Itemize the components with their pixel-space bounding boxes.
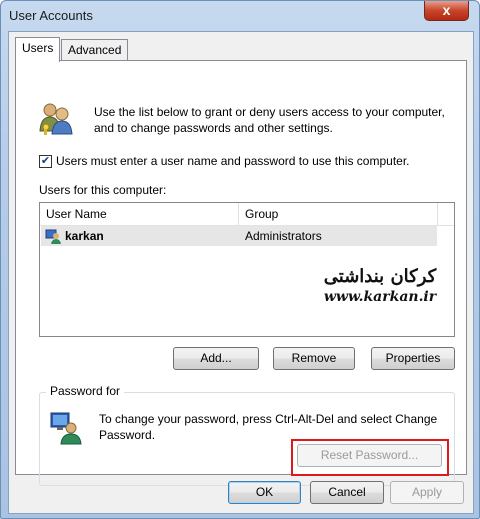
cancel-button[interactable]: Cancel bbox=[310, 481, 384, 504]
highlight-annotation bbox=[291, 439, 449, 476]
users-icon bbox=[39, 103, 73, 135]
column-header-group[interactable]: Group bbox=[239, 203, 438, 225]
list-scroll-gutter bbox=[438, 203, 454, 225]
apply-button[interactable]: Apply bbox=[390, 481, 464, 504]
remove-user-button[interactable]: Remove bbox=[273, 347, 355, 370]
checkmark-icon: ✔ bbox=[40, 155, 51, 167]
user-accounts-window: User Accounts x Users Advanced Use the l… bbox=[0, 0, 480, 519]
tab-advanced-label: Advanced bbox=[68, 43, 122, 57]
computer-user-icon bbox=[50, 412, 82, 445]
users-tab-panel: Use the list below to grant or deny user… bbox=[15, 60, 467, 486]
window-title: User Accounts bbox=[9, 8, 93, 23]
require-login-checkbox[interactable]: ✔ bbox=[39, 155, 52, 168]
dialog-client-area: Users Advanced Use the list below to gra… bbox=[8, 31, 474, 514]
list-header: User Name Group bbox=[40, 203, 454, 226]
close-icon: x bbox=[442, 2, 451, 18]
column-header-user-name[interactable]: User Name bbox=[40, 203, 239, 225]
tab-users-label: Users bbox=[22, 41, 54, 55]
close-button[interactable]: x bbox=[424, 1, 469, 21]
user-icon bbox=[45, 229, 61, 244]
table-row[interactable]: karkan Administrators bbox=[41, 226, 437, 246]
require-login-label[interactable]: Users must enter a user name and passwor… bbox=[56, 154, 410, 168]
users-list-label: Users for this computer: bbox=[39, 183, 167, 197]
intro-text: Use the list below to grant or deny user… bbox=[94, 105, 445, 135]
password-group-label: Password for bbox=[46, 384, 125, 398]
ok-button[interactable]: OK bbox=[228, 481, 301, 504]
watermark-script-text: کرکان بنداشتی bbox=[323, 266, 437, 287]
watermark-url: www.karkan.ir bbox=[323, 289, 437, 305]
properties-button[interactable]: Properties bbox=[371, 347, 455, 370]
column-header-label: User Name bbox=[46, 207, 107, 221]
title-bar[interactable]: User Accounts x bbox=[1, 1, 479, 31]
watermark: کرکان بنداشتی www.karkan.ir bbox=[310, 266, 450, 305]
tab-advanced[interactable]: Advanced bbox=[61, 39, 129, 61]
column-header-label: Group bbox=[245, 207, 279, 221]
add-user-button[interactable]: Add... bbox=[173, 347, 259, 370]
user-name-cell: karkan bbox=[65, 229, 104, 243]
group-cell: Administrators bbox=[245, 229, 322, 243]
tab-users[interactable]: Users bbox=[15, 37, 61, 62]
